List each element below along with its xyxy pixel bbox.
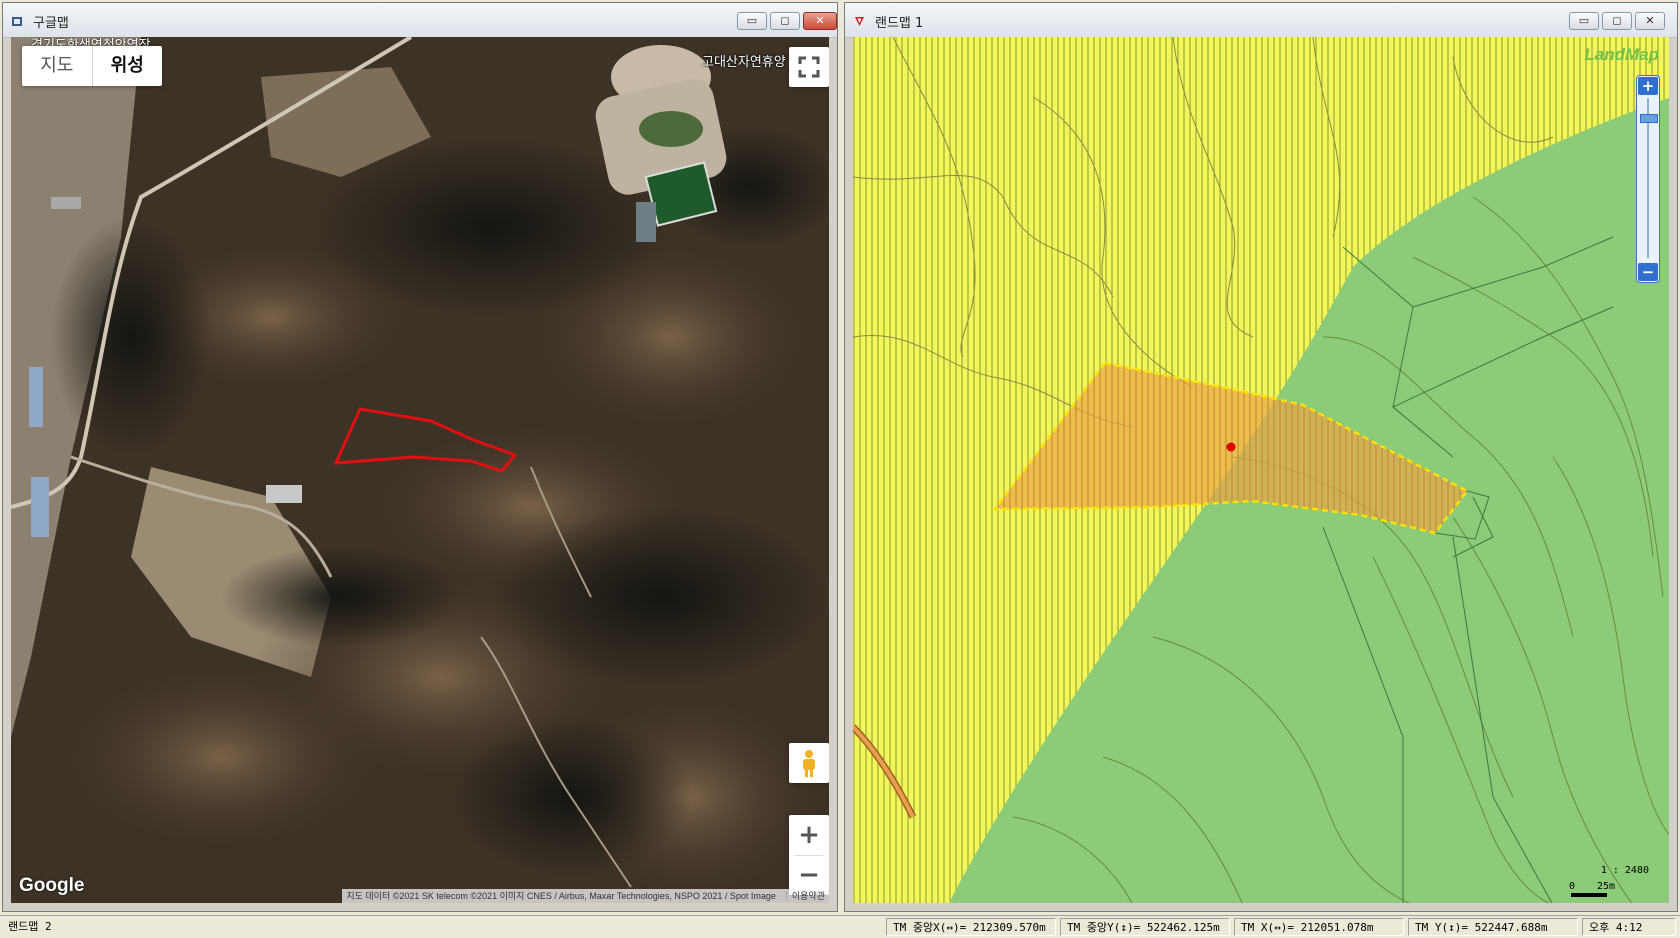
tm-center-y: TM 중앙Y(↕)= 522462.125m — [1060, 918, 1230, 936]
close-button[interactable]: ✕ — [803, 12, 837, 30]
landmap-window: 랜드맵 1 ▭ ◻ ✕ LandMap + − 1: 2480 0 25m — [844, 2, 1678, 912]
park-label: 고대산자연휴양 — [702, 55, 786, 70]
landmap-logo: LandMap — [1584, 45, 1659, 64]
zoom-in-button[interactable]: + — [789, 815, 829, 855]
tm-y: TM Y(↕)= 522447.688m — [1408, 918, 1578, 936]
terms-link[interactable]: 이용약관 — [785, 891, 825, 901]
map-attribution: 지도 데이터 ©2021 SK telecom ©2021 이미지 CNES /… — [342, 889, 829, 903]
map-view-button[interactable]: 지도 — [22, 46, 93, 86]
attribution-text: 지도 데이터 ©2021 SK telecom ©2021 이미지 CNES /… — [346, 891, 776, 901]
status-bar: 랜드맵 2 TM 중앙X(↔)= 212309.570m TM 중앙Y(↕)= … — [0, 915, 1680, 938]
title-bar[interactable]: 구글맵 ▭ ◻ ✕ — [3, 3, 837, 38]
app-icon — [12, 17, 22, 26]
minimize-button[interactable]: ▭ — [737, 12, 767, 30]
app-name: 랜드맵 2 — [8, 920, 52, 933]
scale-bar: 1 : 2480 0 25m — [1569, 865, 1649, 899]
scale-ratio: 1 : 2480 — [1600, 865, 1649, 876]
location-marker — [1226, 442, 1236, 452]
map-type-toggle: 지도 위성 — [22, 46, 162, 86]
zoom-thumb[interactable] — [1640, 114, 1658, 123]
maximize-button[interactable]: ◻ — [770, 12, 800, 30]
zoom-control: + − — [789, 815, 829, 895]
satellite-imagery — [11, 37, 829, 903]
zoom-in-button[interactable]: + — [1638, 77, 1658, 95]
title-bar[interactable]: 랜드맵 1 ▭ ◻ ✕ — [845, 3, 1677, 38]
tm-x: TM X(↔)= 212051.078m — [1234, 918, 1404, 936]
tm-center-x: TM 중앙X(↔)= 212309.570m — [886, 918, 1056, 936]
zoom-out-button[interactable]: − — [1638, 263, 1658, 281]
landmap-app-icon — [855, 17, 864, 26]
satellite-view-button[interactable]: 위성 — [93, 46, 163, 86]
scale-bar-line — [1571, 893, 1607, 897]
close-button[interactable]: ✕ — [1635, 12, 1665, 30]
scale-zero: 0 — [1569, 881, 1576, 892]
satellite-map[interactable]: 경기도한생연청안연장 고대산자연휴양 지도 위성 + − Google — [11, 37, 829, 903]
landmap-map[interactable]: LandMap + − 1 : 2480 0 25m — [853, 37, 1669, 903]
maximize-button[interactable]: ◻ — [1602, 12, 1632, 30]
google-map-window: 구글맵 ▭ ◻ ✕ 고대산자연휴양 지도 위성 + − Google 지도 데이… — [2, 2, 838, 912]
pegman-icon — [803, 750, 815, 777]
scale-distance: 25m — [1597, 881, 1616, 892]
zoom-slider[interactable]: + − — [1636, 75, 1660, 283]
minimize-button[interactable]: ▭ — [1569, 12, 1599, 30]
google-logo: Google — [19, 875, 85, 896]
fullscreen-button[interactable] — [789, 47, 829, 87]
street-view-button[interactable] — [789, 743, 829, 783]
window-title: 랜드맵 1 — [875, 16, 924, 31]
fullscreen-icon — [798, 56, 820, 78]
clock: 오후 4:12 — [1582, 918, 1676, 936]
zoning-map — [853, 37, 1669, 903]
window-title: 구글맵 — [33, 16, 69, 31]
